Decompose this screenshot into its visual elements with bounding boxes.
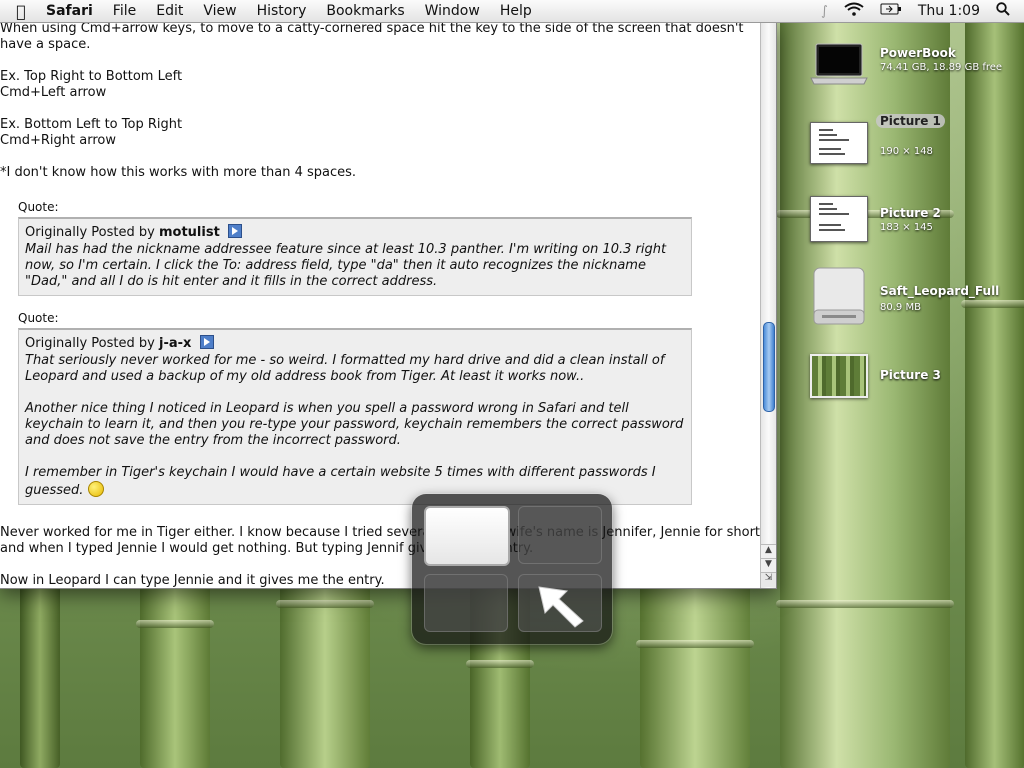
menu-bookmarks[interactable]: Bookmarks bbox=[316, 3, 414, 19]
desktop-icon-info: 190 × 148 bbox=[880, 146, 933, 157]
post-paragraph: Now in Leopard I can type Jennie and it … bbox=[0, 573, 385, 588]
view-post-icon[interactable] bbox=[199, 335, 214, 349]
desktop-icon-info: 74.41 GB, 18.89 GB free bbox=[880, 62, 1003, 73]
space-2[interactable] bbox=[518, 506, 602, 564]
space-1[interactable] bbox=[424, 506, 510, 566]
desktop-icon-label: Picture 2 bbox=[880, 206, 941, 220]
scroll-down-arrow-icon[interactable]: ▼ bbox=[761, 558, 776, 573]
menu-edit[interactable]: Edit bbox=[146, 3, 193, 19]
desktop-icon-info: 80.9 MB bbox=[880, 302, 921, 313]
menu-view[interactable]: View bbox=[193, 3, 246, 19]
space-3[interactable] bbox=[424, 574, 508, 632]
quote-text: That seriously never worked for me - so … bbox=[25, 353, 669, 384]
desktop-icon-picture-1[interactable]: Picture 1 190 × 148 bbox=[810, 110, 1020, 174]
quote-text: Another nice thing I noticed in Leopard … bbox=[25, 401, 688, 448]
desktop-icon-saft-leopard[interactable]: Saft_Leopard_Full 80.9 MB bbox=[810, 266, 1020, 330]
arrow-up-left-icon bbox=[538, 586, 584, 628]
quote-author[interactable]: motulist bbox=[159, 225, 220, 240]
post-example: Ex. Bottom Left to Top Right Cmd+Right a… bbox=[0, 117, 183, 148]
wifi-icon[interactable] bbox=[844, 2, 864, 20]
safari-window: When using Cmd+arrow keys, to move to a … bbox=[0, 22, 777, 589]
menu-window[interactable]: Window bbox=[415, 3, 490, 19]
laptop-icon bbox=[810, 42, 868, 86]
desktop-icon-label: Saft_Leopard_Full bbox=[880, 284, 1000, 298]
quote-posted-by: Originally Posted by bbox=[25, 225, 155, 240]
spaces-switcher bbox=[412, 494, 612, 644]
post-paragraph: Never worked for me in Tiger either. I k… bbox=[0, 525, 760, 556]
post-note: *I don't know how this works with more t… bbox=[0, 165, 357, 180]
desktop-icon-label: Picture 3 bbox=[880, 368, 941, 382]
menubar:  Safari File Edit View History Bookmark… bbox=[0, 0, 1024, 23]
space-4[interactable] bbox=[518, 574, 602, 632]
apple-menu-icon[interactable]:  bbox=[0, 2, 36, 21]
menu-help[interactable]: Help bbox=[490, 3, 542, 19]
quote-label: Quote: bbox=[18, 200, 59, 214]
quote-posted-by: Originally Posted by bbox=[25, 336, 155, 351]
vertical-scrollbar[interactable]: ▲ ▼ ⇲ bbox=[760, 22, 776, 588]
clock[interactable]: Thu 1:09 bbox=[918, 3, 980, 19]
menu-file[interactable]: File bbox=[103, 3, 146, 19]
post-example: Ex. Top Right to Bottom Left Cmd+Left ar… bbox=[0, 69, 183, 100]
battery-icon[interactable] bbox=[880, 3, 902, 19]
post-paragraph: When using Cmd+arrow keys, to move to a … bbox=[0, 22, 748, 52]
quote-author[interactable]: j-a-x bbox=[159, 336, 191, 351]
screenshot-icon bbox=[810, 196, 868, 242]
scroll-thumb[interactable] bbox=[763, 322, 775, 412]
scroll-up-arrow-icon[interactable]: ▲ bbox=[761, 544, 776, 559]
smiley-icon bbox=[87, 481, 104, 497]
desktop-icon-label: PowerBook bbox=[880, 46, 956, 60]
desktop-icon-powerbook[interactable]: PowerBook 74.41 GB, 18.89 GB free bbox=[810, 42, 1020, 106]
page-content: When using Cmd+arrow keys, to move to a … bbox=[0, 22, 760, 588]
resize-grip-icon[interactable]: ⇲ bbox=[761, 572, 776, 587]
screenshot-icon bbox=[810, 122, 868, 164]
desktop-icon-label: Picture 1 bbox=[876, 114, 945, 128]
disk-image-icon bbox=[810, 266, 868, 325]
desktop-icon-picture-3[interactable]: Picture 3 bbox=[810, 354, 1020, 418]
menu-history[interactable]: History bbox=[247, 3, 317, 19]
desktop-icon-picture-2[interactable]: Picture 2 183 × 145 bbox=[810, 196, 1020, 260]
quote-block: Originally Posted by j-a-x That seriousl… bbox=[18, 328, 692, 505]
menu-app-safari[interactable]: Safari bbox=[36, 3, 103, 19]
desktop-icon-info: 183 × 145 bbox=[880, 222, 933, 233]
bluetooth-icon[interactable]: ∫ bbox=[821, 4, 828, 19]
quote-text: Mail has had the nickname addressee feat… bbox=[25, 242, 671, 289]
bamboo-picture-icon bbox=[810, 354, 868, 398]
spotlight-search-icon[interactable] bbox=[996, 2, 1010, 20]
quote-label: Quote: bbox=[18, 311, 59, 325]
quote-block: Originally Posted by motulist Mail has h… bbox=[18, 217, 692, 296]
view-post-icon[interactable] bbox=[227, 224, 242, 238]
